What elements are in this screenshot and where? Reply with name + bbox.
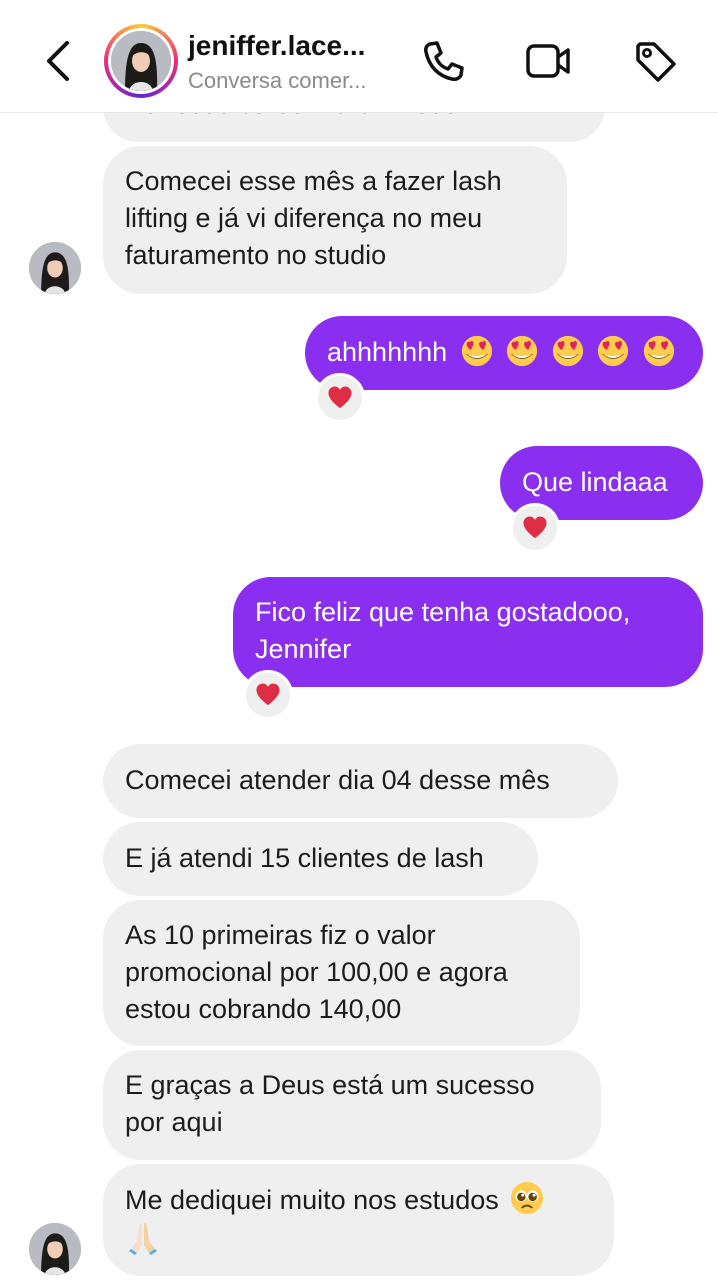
chevron-left-icon[interactable] <box>40 38 80 84</box>
heart-eyes-emoji-icon <box>506 335 538 367</box>
heart-eyes-emoji-icon <box>461 335 493 367</box>
heart-eyes-emoji-icon <box>643 335 675 367</box>
phone-icon[interactable] <box>420 38 468 84</box>
message-bubble-incoming[interactable]: E já atendi 15 clientes de lash <box>103 822 538 896</box>
heart-reaction-icon[interactable] <box>315 373 365 423</box>
message-bubble-incoming[interactable]: E graças a Deus está um sucesso por aqui <box>103 1050 601 1160</box>
message-text: Fico feliz que tenha gostadooo, Jennifer <box>255 597 631 664</box>
message-text: Que lindaaa <box>522 467 668 497</box>
chat-screen: jeniffer.lace... Conversa comer... Por e… <box>0 0 718 1280</box>
sender-avatar[interactable] <box>29 242 81 294</box>
pleading-face-emoji-icon <box>511 1181 544 1215</box>
message-text: ahhhhhhh <box>327 337 448 367</box>
message-text: E graças a Deus está um sucesso por aqui <box>125 1070 535 1137</box>
message-bubble-incoming[interactable]: As 10 primeiras fiz o valor promocional … <box>103 900 580 1046</box>
message-bubble-incoming[interactable]: Me dediquei muito nos estudos <box>103 1164 614 1276</box>
message-bubble-incoming[interactable]: Comecei atender dia 04 desse mês <box>103 744 618 818</box>
contact-avatar[interactable] <box>104 24 178 98</box>
video-camera-icon[interactable] <box>524 38 572 84</box>
message-bubble-outgoing[interactable]: Fico feliz que tenha gostadooo, Jennifer <box>233 577 703 687</box>
message-text: Comecei atender dia 04 desse mês <box>125 765 550 795</box>
contact-status: Conversa comer... <box>188 68 367 93</box>
sender-avatar[interactable] <box>29 1223 81 1275</box>
message-text: As 10 primeiras fiz o valor promocional … <box>125 920 508 1024</box>
heart-eyes-emoji-icon <box>552 335 584 367</box>
tag-icon[interactable] <box>632 38 680 84</box>
message-text: E já atendi 15 clientes de lash <box>125 843 484 873</box>
message-bubble-incoming[interactable]: Comecei esse mês a fazer lash lifting e … <box>103 146 567 294</box>
folded-hands-emoji-icon <box>129 1223 157 1255</box>
message-text: Comecei esse mês a fazer lash lifting e … <box>125 166 502 270</box>
heart-reaction-icon[interactable] <box>510 503 560 553</box>
avatar-photo <box>111 31 171 91</box>
contact-name[interactable]: jeniffer.lace... <box>188 30 365 62</box>
heart-eyes-emoji-icon <box>597 335 629 367</box>
message-text: Me dediquei muito nos estudos <box>125 1185 499 1215</box>
message-bubble-outgoing[interactable]: ahhhhhhh <box>305 316 703 390</box>
heart-reaction-icon[interactable] <box>243 670 293 720</box>
chat-header: jeniffer.lace... Conversa comer... <box>0 0 718 113</box>
